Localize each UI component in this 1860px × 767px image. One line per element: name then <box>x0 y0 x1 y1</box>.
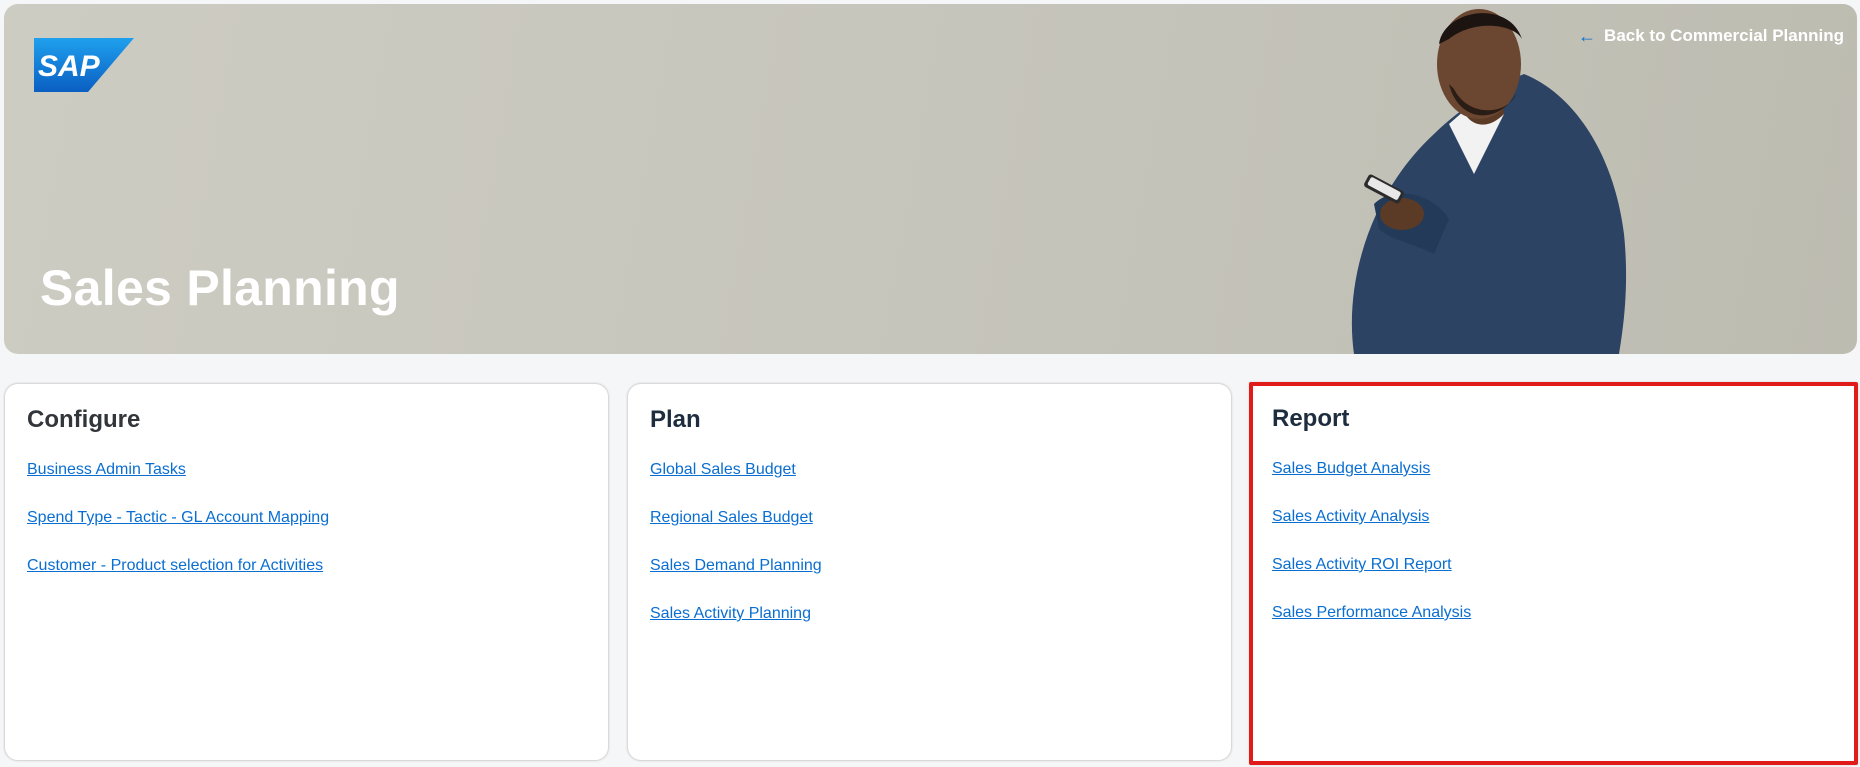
configure-link-list: Business Admin Tasks Spend Type - Tactic… <box>27 461 329 605</box>
plan-link-list: Global Sales Budget Regional Sales Budge… <box>650 461 822 653</box>
sales-budget-analysis-link[interactable]: Sales Budget Analysis <box>1272 460 1430 477</box>
report-card: Report Sales Budget Analysis Sales Activ… <box>1249 382 1858 765</box>
list-item: Sales Activity Analysis <box>1272 508 1471 556</box>
list-item: Sales Activity ROI Report <box>1272 556 1471 604</box>
global-sales-budget-link[interactable]: Global Sales Budget <box>650 461 796 478</box>
sap-logo: SAP <box>34 38 134 92</box>
customer-product-selection-link[interactable]: Customer - Product selection for Activit… <box>27 557 323 574</box>
sap-logo-text: SAP <box>38 50 101 83</box>
plan-card: Plan Global Sales Budget Regional Sales … <box>627 383 1232 761</box>
list-item: Sales Activity Planning <box>650 605 822 653</box>
page-title: Sales Planning <box>40 260 400 316</box>
list-item: Regional Sales Budget <box>650 509 822 557</box>
configure-card-title: Configure <box>27 406 141 433</box>
hero-banner: SAP ← Back to Commercial Planning Sales … <box>4 4 1857 354</box>
list-item: Sales Demand Planning <box>650 557 822 605</box>
list-item: Sales Budget Analysis <box>1272 460 1471 508</box>
spend-type-tactic-gl-account-mapping-link[interactable]: Spend Type - Tactic - GL Account Mapping <box>27 509 329 526</box>
list-item: Global Sales Budget <box>650 461 822 509</box>
sales-activity-roi-report-link[interactable]: Sales Activity ROI Report <box>1272 556 1452 573</box>
list-item: Sales Performance Analysis <box>1272 604 1471 652</box>
sales-demand-planning-link[interactable]: Sales Demand Planning <box>650 557 822 574</box>
configure-card: Configure Business Admin Tasks Spend Typ… <box>4 383 609 761</box>
regional-sales-budget-link[interactable]: Regional Sales Budget <box>650 509 813 526</box>
category-cards: Configure Business Admin Tasks Spend Typ… <box>4 382 1858 765</box>
plan-card-title: Plan <box>650 406 701 433</box>
business-admin-tasks-link[interactable]: Business Admin Tasks <box>27 461 186 478</box>
sales-activity-planning-link[interactable]: Sales Activity Planning <box>650 605 811 622</box>
sales-activity-analysis-link[interactable]: Sales Activity Analysis <box>1272 508 1429 525</box>
hero-person-image <box>1351 9 1627 354</box>
sales-performance-analysis-link[interactable]: Sales Performance Analysis <box>1272 604 1471 621</box>
list-item: Customer - Product selection for Activit… <box>27 557 329 605</box>
list-item: Business Admin Tasks <box>27 461 329 509</box>
report-card-title: Report <box>1272 405 1350 432</box>
list-item: Spend Type - Tactic - GL Account Mapping <box>27 509 329 557</box>
report-link-list: Sales Budget Analysis Sales Activity Ana… <box>1272 460 1471 652</box>
